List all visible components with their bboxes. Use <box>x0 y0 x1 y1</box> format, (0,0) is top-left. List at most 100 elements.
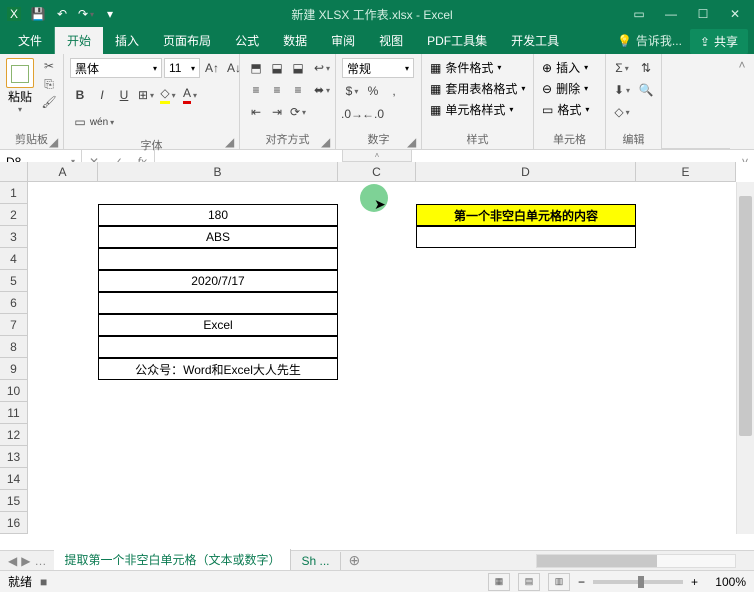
phonetic-button[interactable]: wén <box>92 112 112 132</box>
tab-developer[interactable]: 开发工具 <box>499 27 571 54</box>
tab-file[interactable]: 文件 <box>6 27 55 54</box>
tab-data[interactable]: 数据 <box>271 27 319 54</box>
cut-icon[interactable]: ✂ <box>40 58 58 74</box>
decrease-decimal-icon[interactable]: ←.0 <box>363 104 383 124</box>
col-header-D[interactable]: D <box>416 162 636 181</box>
row-header-13[interactable]: 13 <box>0 446 27 468</box>
row-header-1[interactable]: 1 <box>0 182 27 204</box>
border-button[interactable]: ⊞ <box>136 85 156 105</box>
zoom-in-icon[interactable]: + <box>691 575 698 589</box>
increase-indent-icon[interactable]: ⇥ <box>267 102 287 122</box>
collapse-ribbon-icon[interactable]: ˄ <box>738 58 745 72</box>
macro-record-icon[interactable]: ■ <box>40 575 47 589</box>
font-size-select[interactable]: 11▾ <box>164 58 200 78</box>
align-top-icon[interactable]: ⬒ <box>246 58 266 78</box>
add-sheet-icon[interactable]: ⊕ <box>341 552 369 569</box>
fill-icon[interactable]: ⬇ <box>612 80 632 100</box>
close-icon[interactable]: ✕ <box>720 3 750 25</box>
row-header-12[interactable]: 12 <box>0 424 27 446</box>
font-color-button[interactable]: A <box>180 85 200 105</box>
row-header-7[interactable]: 7 <box>0 314 27 336</box>
tab-home[interactable]: 开始 <box>55 27 103 54</box>
row-header-11[interactable]: 11 <box>0 402 27 424</box>
maximize-icon[interactable]: ☐ <box>688 3 718 25</box>
save-icon[interactable]: 💾 <box>28 4 48 24</box>
sheet-tab-active[interactable]: 提取第一个非空白单元格（文本或数字） <box>54 549 291 572</box>
tab-formulas[interactable]: 公式 <box>223 27 271 54</box>
borders-bottom-icon[interactable]: ▭ <box>70 112 90 132</box>
format-cells-button[interactable]: ▭格式▾ <box>540 100 591 119</box>
tab-layout[interactable]: 页面布局 <box>151 27 223 54</box>
tab-review[interactable]: 审阅 <box>319 27 367 54</box>
format-painter-icon[interactable]: 🖌 <box>40 94 58 110</box>
copy-icon[interactable]: ⎘ <box>40 76 58 92</box>
tell-me[interactable]: 💡告诉我... <box>609 27 690 54</box>
tab-insert[interactable]: 插入 <box>103 27 151 54</box>
col-header-B[interactable]: B <box>98 162 338 181</box>
underline-button[interactable]: U <box>114 85 134 105</box>
normal-view-icon[interactable]: ▦ <box>488 573 510 591</box>
minimize-icon[interactable]: — <box>656 3 686 25</box>
align-middle-icon[interactable]: ⬓ <box>267 58 287 78</box>
zoom-out-icon[interactable]: − <box>578 575 585 589</box>
number-format-select[interactable]: 常规▾ <box>342 58 414 78</box>
italic-button[interactable]: I <box>92 85 112 105</box>
zoom-level[interactable]: 100% <box>706 575 746 589</box>
row-header-15[interactable]: 15 <box>0 490 27 512</box>
tab-view[interactable]: 视图 <box>367 27 415 54</box>
insert-cells-button[interactable]: ⊕插入▾ <box>540 58 591 77</box>
delete-cells-button[interactable]: ⊖删除▾ <box>540 79 591 98</box>
horizontal-scrollbar[interactable] <box>536 554 736 568</box>
col-header-E[interactable]: E <box>636 162 736 181</box>
orientation-icon[interactable]: ⟳ <box>288 102 308 122</box>
tab-pdf[interactable]: PDF工具集 <box>415 27 499 54</box>
cell-B4[interactable] <box>98 248 338 270</box>
accounting-format-icon[interactable]: $ <box>342 81 362 101</box>
row-header-10[interactable]: 10 <box>0 380 27 402</box>
qat-customize-icon[interactable]: ▾ <box>100 4 120 24</box>
col-header-A[interactable]: A <box>28 162 98 181</box>
sheet-tab-other[interactable]: Sh ... <box>291 552 340 570</box>
cell-B6[interactable] <box>98 292 338 314</box>
collapse-toggle[interactable]: ˄ <box>342 150 412 162</box>
row-header-8[interactable]: 8 <box>0 336 27 358</box>
row-header-16[interactable]: 16 <box>0 512 27 534</box>
select-all-corner[interactable] <box>0 162 28 182</box>
sheet-nav-prev-icon[interactable]: ◀ <box>8 554 17 568</box>
row-header-2[interactable]: 2 <box>0 204 27 226</box>
cell-D2[interactable]: 第一个非空白单元格的内容 <box>416 204 636 226</box>
cell-D3[interactable] <box>416 226 636 248</box>
align-right-icon[interactable]: ≡ <box>288 80 308 100</box>
redo-icon[interactable]: ↷ <box>76 4 96 24</box>
paste-button[interactable]: 粘贴 ▾ <box>6 58 34 114</box>
ribbon-display-icon[interactable]: ▭ <box>624 3 654 25</box>
row-header-9[interactable]: 9 <box>0 358 27 380</box>
merge-cells-icon[interactable]: ⬌ <box>312 80 332 100</box>
sort-filter-icon[interactable]: ⇅ <box>636 58 656 78</box>
table-format-button[interactable]: ▦套用表格格式▾ <box>428 79 527 98</box>
app-icon[interactable]: X <box>4 4 24 24</box>
page-break-view-icon[interactable]: ▥ <box>548 573 570 591</box>
percent-format-icon[interactable]: % <box>363 81 383 101</box>
align-left-icon[interactable]: ≡ <box>246 80 266 100</box>
align-center-icon[interactable]: ≡ <box>267 80 287 100</box>
comma-format-icon[interactable]: , <box>384 81 404 101</box>
page-layout-view-icon[interactable]: ▤ <box>518 573 540 591</box>
row-header-14[interactable]: 14 <box>0 468 27 490</box>
undo-icon[interactable]: ↶ <box>52 4 72 24</box>
conditional-format-button[interactable]: ▦条件格式▾ <box>428 58 527 77</box>
number-launcher-icon[interactable]: ◢ <box>407 135 417 145</box>
col-header-C[interactable]: C <box>338 162 416 181</box>
wrap-text-icon[interactable]: ↩ <box>312 58 332 78</box>
clipboard-launcher-icon[interactable]: ◢ <box>49 135 59 145</box>
bold-button[interactable]: B <box>70 85 90 105</box>
increase-font-icon[interactable]: A↑ <box>202 58 222 78</box>
cell-B3[interactable]: ABS <box>98 226 338 248</box>
clear-icon[interactable]: ◇ <box>612 102 632 122</box>
find-select-icon[interactable]: 🔍 <box>636 80 656 100</box>
autosum-icon[interactable]: Σ <box>612 58 632 78</box>
font-launcher-icon[interactable]: ◢ <box>225 135 235 145</box>
cell-B9[interactable]: 公众号：Word和Excel大人先生 <box>98 358 338 380</box>
decrease-indent-icon[interactable]: ⇤ <box>246 102 266 122</box>
cell-B5[interactable]: 2020/7/17 <box>98 270 338 292</box>
